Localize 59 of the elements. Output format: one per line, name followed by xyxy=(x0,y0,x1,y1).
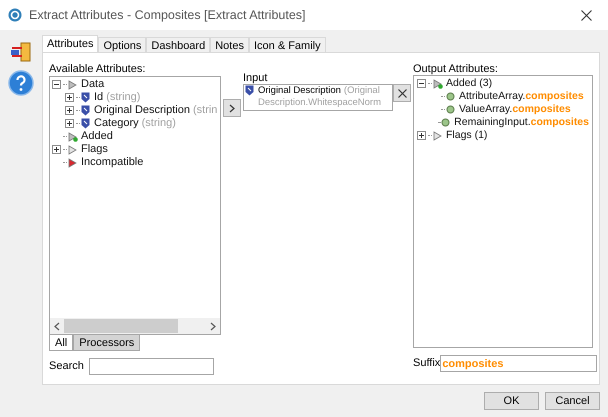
expand-icon[interactable] xyxy=(417,131,426,140)
tag-icon xyxy=(245,85,254,96)
scroll-right-icon[interactable] xyxy=(210,322,216,330)
tag-icon xyxy=(81,118,90,129)
tab[interactable]: All xyxy=(49,335,74,351)
window-title: Extract Attributes - Composites [Extract Attributes] xyxy=(29,6,306,24)
collapse-icon[interactable] xyxy=(417,79,426,88)
help-icon[interactable] xyxy=(8,70,34,96)
attributes-icon xyxy=(10,42,32,62)
circle-icon xyxy=(446,92,455,101)
add-button[interactable] xyxy=(223,99,241,117)
expand-icon[interactable] xyxy=(65,93,74,102)
tree-item[interactable]: AttributeArray. xyxy=(459,88,526,104)
tab[interactable]: Attributes xyxy=(42,35,98,52)
tab[interactable]: Notes xyxy=(210,37,249,52)
suffix-text: composites xyxy=(512,102,571,117)
input-detail: (Original xyxy=(344,85,380,97)
input-label: Input xyxy=(243,73,268,84)
type-text: (strin xyxy=(192,103,218,118)
output-label: Output Attributes: xyxy=(413,62,499,75)
suffix-label: Suffix xyxy=(413,356,440,372)
expand-icon[interactable] xyxy=(52,145,61,154)
input-detail: Description.WhitespaceNorm xyxy=(258,97,382,109)
tag-icon xyxy=(81,105,90,116)
tree-item[interactable]: Added (3) xyxy=(446,76,492,92)
triangle-plus-icon xyxy=(433,78,443,88)
close-icon xyxy=(398,88,406,98)
type-text: (string) xyxy=(142,116,176,132)
dialog-button[interactable]: Cancel xyxy=(545,392,600,410)
triangle-plus-icon xyxy=(68,132,78,142)
available-label: Available Attributes: xyxy=(49,62,146,76)
tab[interactable]: Processors xyxy=(73,335,140,351)
dialog-button[interactable]: OK xyxy=(484,392,539,410)
tab[interactable]: Options xyxy=(98,37,146,52)
tab[interactable]: Icon & Family xyxy=(248,37,326,52)
expand-icon[interactable] xyxy=(65,119,74,128)
tree-item[interactable]: Flags (1) xyxy=(446,128,488,144)
tree-item[interactable]: RemainingInput. xyxy=(454,114,531,130)
type-text: (string) xyxy=(106,90,140,105)
scroll-left-icon[interactable] xyxy=(54,322,60,330)
triangle-icon xyxy=(433,130,443,140)
input-name: Original Description xyxy=(258,85,341,97)
app-icon xyxy=(8,8,22,22)
search-field[interactable] xyxy=(88,358,214,375)
remove-button[interactable] xyxy=(393,84,411,102)
circle-icon xyxy=(441,118,450,127)
triangle-icon xyxy=(68,80,78,90)
chevron-right-icon xyxy=(229,104,235,112)
close-icon[interactable] xyxy=(581,10,592,20)
tree-item[interactable]: ValueArray. xyxy=(459,102,512,118)
collapse-icon[interactable] xyxy=(52,80,61,89)
search-label: Search xyxy=(49,359,84,374)
circle-icon xyxy=(446,105,455,114)
suffix-text: composites xyxy=(530,114,589,130)
suffix-text: composites xyxy=(525,88,584,104)
expand-icon[interactable] xyxy=(65,106,74,115)
tab[interactable]: Dashboard xyxy=(146,37,210,52)
tag-icon xyxy=(81,92,90,103)
scrollbar[interactable] xyxy=(50,318,220,334)
